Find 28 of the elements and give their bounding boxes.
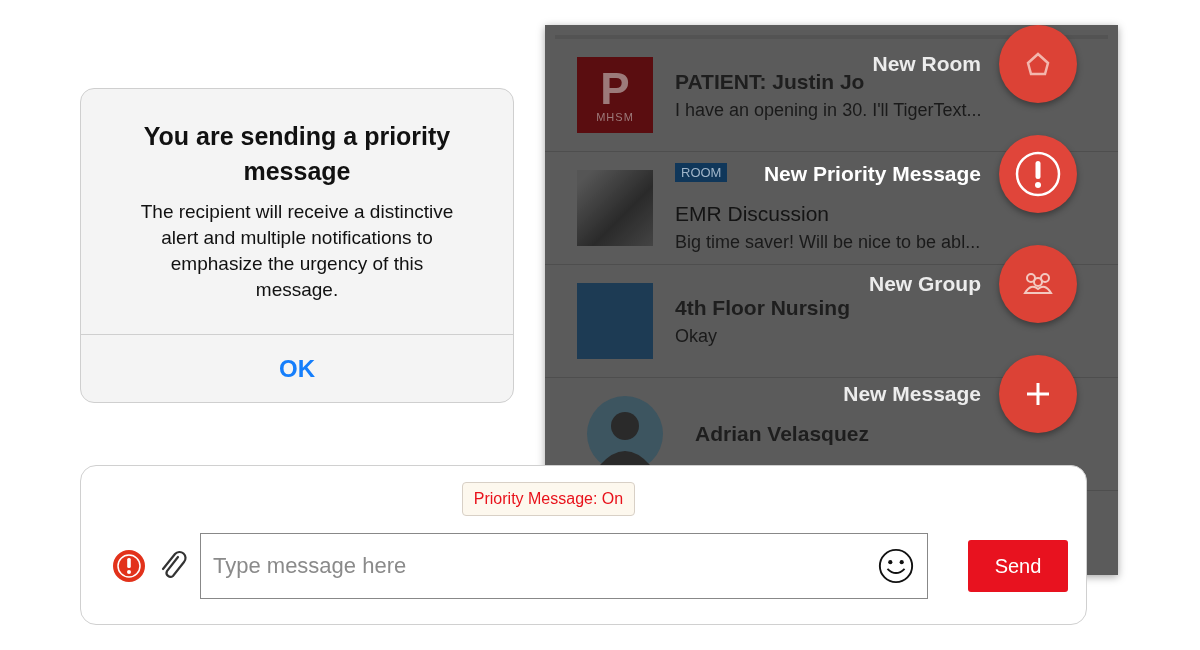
conversation-preview: Okay [675,325,717,347]
action-button[interactable] [999,245,1077,323]
conversation-title[interactable]: PATIENT: Justin Jo [675,69,865,94]
conversation-title[interactable]: EMR Discussion [675,202,830,226]
smiley-icon[interactable] [877,547,915,585]
conversation-preview: Big time saver! Will be nice to be abl... [675,232,981,253]
action-label: New Room [872,52,981,76]
dialog-message: The recipient will receive a distinctive alert and multiple notifications to emphasize the urgency of this message. [139,200,455,302]
priority-toggle-icon[interactable] [112,549,146,583]
conversation-title[interactable]: Adrian Velasquez [695,422,869,446]
avatar-caption: MHSM [596,111,634,123]
conversation-preview: I have an opening in 30. I'll TigerText... [675,99,982,121]
alert-icon [1013,149,1063,199]
action-label: New Group [869,272,981,296]
action-label: New Priority Message [763,162,981,186]
message-field[interactable]: Type message here [200,533,928,599]
message-input-field[interactable]: Type message here [201,553,877,579]
action-label: New Message [843,382,981,406]
send-button[interactable]: Send [968,540,1068,592]
action-button[interactable] [999,25,1077,103]
room-tag: ROOM [675,163,728,182]
action-button[interactable] [999,135,1077,213]
dialog-title: You are sending a priority message [142,121,452,187]
avatar-letter: P [600,67,630,111]
priority-status-badge: Priority Message: On [461,482,636,516]
ok-button[interactable]: OK [81,334,513,402]
conversation-title[interactable]: 4th Floor Nursing [675,295,850,320]
action-button[interactable] [999,355,1077,433]
